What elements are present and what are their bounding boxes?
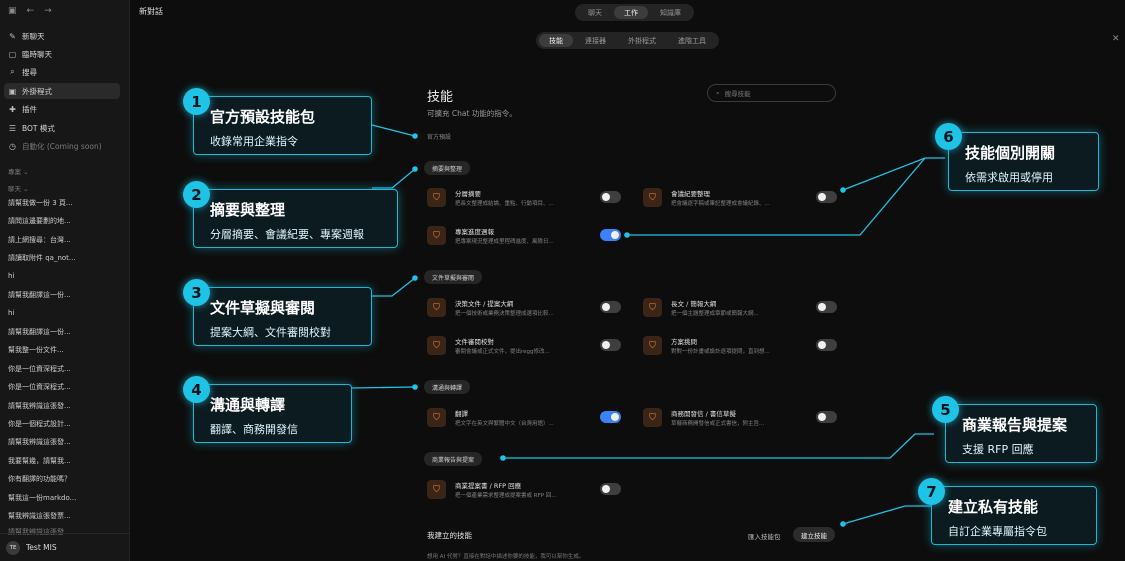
callout-badge-5: 5 [932, 396, 959, 423]
connector-2 [372, 168, 416, 189]
callout-drafting: 文件草擬與審閱 提案大綱、文件審閱校對 [193, 287, 372, 346]
connector-dot [840, 521, 846, 527]
callout-private-skills: 建立私有技能 自訂企業專屬指令包 [931, 486, 1097, 545]
callout-subtitle: 支援 RFP 回應 [962, 443, 1034, 456]
callout-official-presets: 官方預設技能包 收錄常用企業指令 [193, 96, 372, 155]
callout-badge-2: 2 [183, 181, 210, 208]
callout-subtitle: 自訂企業專屬指令包 [948, 525, 1047, 538]
callout-subtitle: 分層摘要、會議紀要、專案週報 [210, 228, 364, 241]
callout-title: 摘要與整理 [210, 201, 286, 219]
callout-title: 溝通與轉譯 [210, 396, 286, 414]
callout-summary: 摘要與整理 分層摘要、會議紀要、專案週報 [193, 189, 398, 248]
callout-subtitle: 收錄常用企業指令 [210, 135, 298, 148]
callout-title: 官方預設技能包 [210, 108, 316, 126]
callout-communication: 溝通與轉譯 翻譯、商務開發信 [193, 384, 352, 443]
callout-title: 技能個別開關 [965, 144, 1056, 162]
connector-dot [412, 384, 418, 390]
connector-dot [412, 133, 418, 139]
connector-dot [624, 232, 630, 238]
connector-dot [840, 187, 846, 193]
connector-5 [503, 433, 934, 459]
callout-subtitle: 提案大綱、文件審閱校對 [210, 326, 331, 339]
callout-connectors [351, 124, 945, 527]
connector-3 [372, 277, 416, 297]
callout-badge-3: 3 [183, 279, 210, 306]
callout-business: 商業報告與提案 支援 RFP 回應 [945, 404, 1097, 463]
callout-badge-1: 1 [183, 88, 210, 115]
callout-subtitle: 依需求啟用或停用 [965, 171, 1053, 184]
callout-title: 建立私有技能 [948, 498, 1039, 516]
callout-title: 文件草擬與審閱 [210, 299, 316, 317]
connector-dot [412, 166, 418, 172]
connector-6b [627, 157, 926, 236]
callout-title: 商業報告與提案 [962, 416, 1068, 434]
callout-toggles: 技能個別開關 依需求啟用或停用 [948, 132, 1099, 191]
connector-dot [412, 275, 418, 281]
callout-subtitle: 翻譯、商務開發信 [210, 423, 298, 436]
callout-badge-4: 4 [183, 376, 210, 403]
connector-4 [351, 386, 416, 389]
callout-badge-6: 6 [935, 123, 962, 150]
connector-7 [842, 505, 931, 525]
connector-6a [842, 157, 945, 191]
connector-dot [500, 455, 506, 461]
connector-1 [371, 124, 416, 137]
callout-badge-7: 7 [918, 478, 945, 505]
